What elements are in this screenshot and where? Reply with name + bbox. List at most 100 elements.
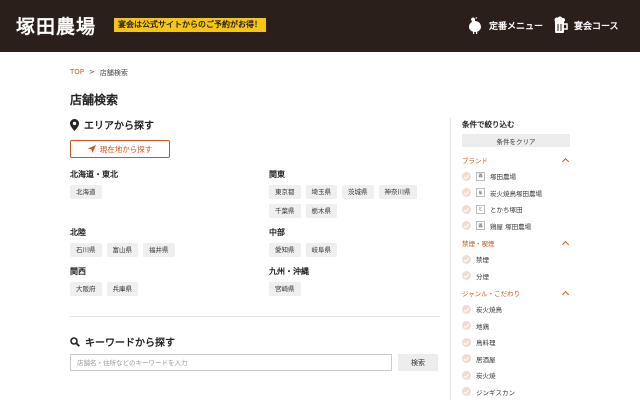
filter-option[interactable]: 炭火焼 <box>462 367 570 384</box>
filter-group-header[interactable]: ブランド <box>462 155 570 166</box>
filter-option-label: 鶏屋 塚田農場 <box>490 222 532 231</box>
current-location-button[interactable]: 現在地から探す <box>70 140 170 158</box>
pref-chip[interactable]: 千葉県 <box>269 204 301 218</box>
region-title: 北海道・東北 <box>70 170 118 179</box>
filter-group-label: ブランド <box>462 157 488 165</box>
page-title: 店舗検索 <box>70 93 119 107</box>
breadcrumb-current: 店舗検索 <box>99 69 128 77</box>
pref-chip[interactable]: 茨城県 <box>342 185 374 199</box>
checkbox[interactable] <box>462 387 471 397</box>
checkbox[interactable] <box>462 204 471 214</box>
filter-option[interactable]: 鶏 塚田農場 <box>462 168 570 185</box>
filter-option-label: 炭火焼鳥 <box>476 306 502 315</box>
filter-group-header[interactable]: ジャンル・こだわり <box>462 288 570 299</box>
search-icon <box>70 336 80 347</box>
filter-option-label: 居酒屋 <box>476 355 496 364</box>
pref-chip[interactable]: 兵庫県 <box>106 282 138 296</box>
beer-icon <box>554 16 568 33</box>
filter-title: 条件で絞り込む <box>462 120 515 129</box>
clear-filters-button[interactable]: 条件をクリア <box>462 134 570 147</box>
pref-chip[interactable]: 岐阜県 <box>305 243 337 257</box>
filter-option[interactable]: と とかち塚田 <box>462 201 570 218</box>
pref-chip[interactable]: 福井県 <box>143 243 175 257</box>
region-kansai: 関西 大阪府 兵庫県 <box>70 266 230 296</box>
keyword-input[interactable] <box>70 354 392 371</box>
pref-chip[interactable]: 栃木県 <box>305 204 337 218</box>
filter-group-smoking: 禁煙・喫煙 禁煙 分煙 <box>462 238 570 284</box>
section-divider <box>70 316 440 317</box>
region-kyushu-okinawa: 九州・沖縄 宮崎県 <box>269 266 429 296</box>
pref-chip[interactable]: 大阪府 <box>70 282 102 296</box>
pref-chip[interactable]: 石川県 <box>70 243 102 257</box>
pref-chip[interactable]: 宮崎県 <box>269 282 301 296</box>
checkbox[interactable] <box>462 304 471 314</box>
checkbox[interactable] <box>462 171 471 181</box>
pref-chip[interactable]: 神奈川県 <box>378 185 417 199</box>
nav-party-course[interactable]: 宴会コース <box>553 16 619 34</box>
region-kanto: 関東 東京都 埼玉県 茨城県 神奈川県 千葉県 栃木県 <box>269 169 429 218</box>
region-chubu: 中部 愛知県 岐阜県 <box>269 227 429 257</box>
pref-chip[interactable]: 北海道 <box>70 185 102 199</box>
chevron-up-icon <box>561 240 570 249</box>
region-title: 北陸 <box>70 228 86 237</box>
filter-option[interactable]: 居酒屋 <box>462 351 570 368</box>
filter-option[interactable]: 炭火焼鳥 <box>462 301 570 318</box>
filter-option-label: 鳥料理 <box>476 339 496 348</box>
filter-group-label: 禁煙・喫煙 <box>462 240 495 248</box>
current-location-label: 現在地から探す <box>99 144 153 154</box>
map-pin-icon <box>70 118 79 131</box>
site-logo[interactable]: 塚田農場 <box>16 12 96 39</box>
breadcrumb-home[interactable]: TOP <box>70 68 84 78</box>
region-hokkaido-tohoku: 北海道・東北 北海道 <box>70 169 230 199</box>
pref-chip[interactable]: 愛知県 <box>269 243 301 257</box>
filter-option-label: とかち塚田 <box>490 206 523 215</box>
filter-option-label: 炭火焼鳥塚田農場 <box>490 189 542 198</box>
filter-group-header[interactable]: 禁煙・喫煙 <box>462 238 570 249</box>
chevron-up-icon <box>561 157 570 166</box>
filter-option-label: ジンギスカン <box>476 388 515 397</box>
filter-option-label: 分煙 <box>476 272 489 281</box>
checkbox[interactable] <box>462 221 471 231</box>
region-title: 関東 <box>269 170 285 179</box>
nav-standard-menu[interactable]: 定番メニュー <box>466 16 543 34</box>
keyword-search-heading-text: キーワードから探す <box>85 338 175 349</box>
region-title: 中部 <box>269 228 285 237</box>
filter-option[interactable]: 炭 炭火焼鳥塚田農場 <box>462 185 570 202</box>
area-search-heading: エリアから探す <box>70 117 154 132</box>
nav-party-course-label: 宴会コース <box>574 21 619 32</box>
chicken-icon <box>469 17 481 34</box>
checkbox[interactable] <box>462 188 471 198</box>
filter-option[interactable]: 禁煙 <box>462 251 570 268</box>
checkbox[interactable] <box>462 254 471 264</box>
pref-chip[interactable]: 埼玉県 <box>305 185 337 199</box>
area-search-heading-text: エリアから探す <box>84 121 154 132</box>
brand-logo-icon: 炭 <box>476 188 485 198</box>
checkbox[interactable] <box>462 337 471 347</box>
brand-logo-icon: 鶏 <box>476 171 485 181</box>
sidebar-divider <box>450 118 451 400</box>
filter-option[interactable]: 鶏 鶏屋 塚田農場 <box>462 218 570 235</box>
keyword-search-button[interactable]: 検索 <box>398 354 438 371</box>
filter-option[interactable]: ジンギスカン <box>462 384 570 400</box>
filter-option[interactable]: 鳥料理 <box>462 334 570 351</box>
navigation-arrow-icon <box>87 145 96 153</box>
pref-chip[interactable]: 東京都 <box>269 185 301 199</box>
checkbox[interactable] <box>462 271 471 281</box>
filter-option[interactable]: 分煙 <box>462 268 570 285</box>
site-header: 塚田農場 宴会は公式サイトからのご予約がお得！ 定番メニュー 宴会コース <box>0 0 640 52</box>
promo-banner[interactable]: 宴会は公式サイトからのご予約がお得！ <box>114 18 266 32</box>
chevron-up-icon <box>561 290 570 299</box>
filter-group-genre: ジャンル・こだわり 炭火焼鳥 地鶏 鳥料理 居酒屋 炭火焼 ジンギスカン <box>462 288 570 400</box>
region-title: 九州・沖縄 <box>269 267 309 276</box>
checkbox[interactable] <box>462 321 471 331</box>
breadcrumb-separator: > <box>89 68 95 76</box>
filter-option-label: 炭火焼 <box>476 372 496 381</box>
checkbox[interactable] <box>462 354 471 364</box>
filter-group-brand: ブランド 鶏 塚田農場 炭 炭火焼鳥塚田農場 と とかち塚田 鶏 鶏屋 塚田農場 <box>462 155 570 234</box>
breadcrumb: TOP > 店舗検索 <box>70 68 128 78</box>
filter-option-label: 禁煙 <box>476 256 489 265</box>
region-hokuriku: 北陸 石川県 富山県 福井県 <box>70 227 230 257</box>
filter-option[interactable]: 地鶏 <box>462 318 570 335</box>
pref-chip[interactable]: 富山県 <box>106 243 138 257</box>
checkbox[interactable] <box>462 370 471 380</box>
